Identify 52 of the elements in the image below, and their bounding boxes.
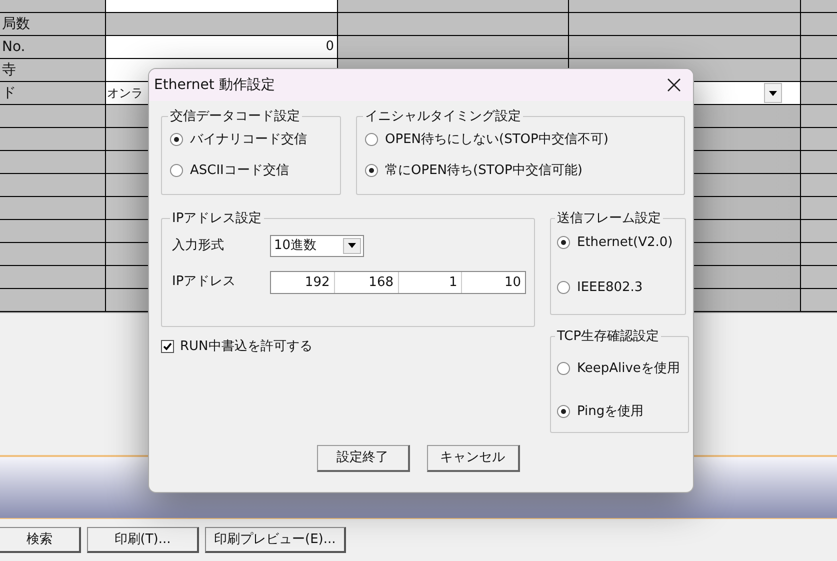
table-cell	[801, 59, 837, 82]
format-dropdown[interactable]: 10進数	[270, 234, 364, 256]
toolbar-button[interactable]: 検索	[0, 527, 81, 553]
toolbar-button[interactable]: 印刷(T)...	[87, 527, 199, 553]
table-cell	[801, 174, 837, 197]
radio-label: OPEN待ちにしない(STOP中交信不可)	[385, 130, 608, 148]
dialog-button[interactable]: キャンセル	[426, 445, 520, 472]
table-cell	[801, 128, 837, 151]
dialog-button[interactable]: 設定終了	[316, 445, 410, 472]
cell-value: オンラ	[107, 85, 143, 102]
window-title: Ethernet 動作設定	[154, 76, 275, 94]
radio-button[interactable]	[365, 164, 378, 178]
group-title: IPアドレス設定	[171, 210, 263, 228]
group-title: 送信フレーム設定	[556, 210, 662, 228]
table-cell	[801, 151, 837, 174]
field-label: 入力形式	[172, 236, 225, 255]
checkbox[interactable]	[161, 340, 174, 354]
row-label: 寺	[2, 60, 16, 80]
table-cell	[801, 13, 837, 36]
radio-label: IEEE802.3	[577, 279, 643, 297]
radio-label: 常にOPEN待ち(STOP中交信可能)	[385, 162, 582, 180]
table-cell	[801, 36, 837, 59]
table-cell	[801, 220, 837, 243]
radio-label: KeepAliveを使用	[577, 360, 680, 378]
table-cell	[801, 289, 837, 312]
ip-address-field[interactable]: 192 168 1 10	[270, 270, 526, 294]
radio-label: バイナリコード交信	[190, 130, 307, 148]
radio-button[interactable]	[365, 132, 378, 146]
close-icon[interactable]	[667, 77, 683, 93]
row-label: ド	[2, 84, 16, 102]
table-cell	[801, 266, 837, 289]
checkbox-label: RUN中書込を許可する	[180, 338, 312, 356]
toolbar-button[interactable]: 印刷プレビュー(E)...	[205, 527, 346, 553]
group-title: 交信データコード設定	[169, 108, 301, 126]
radio-label: ASCIIコード交信	[190, 162, 289, 180]
radio-button[interactable]	[557, 236, 570, 249]
table-cell	[801, 197, 837, 220]
radio-button[interactable]	[557, 281, 570, 294]
radio-button[interactable]	[170, 164, 183, 178]
group-title: TCP生存確認設定	[556, 328, 660, 346]
group-title: イニシャルタイミング設定	[364, 108, 522, 126]
radio-label: Pingを使用	[577, 403, 644, 421]
cell-value: 0	[326, 38, 334, 56]
radio-button[interactable]	[557, 405, 570, 418]
radio-button[interactable]	[557, 362, 570, 375]
radio-label: Ethernet(V2.0)	[577, 234, 673, 252]
row-label: No.	[2, 38, 26, 56]
table-cell	[801, 105, 837, 128]
table-cell	[801, 243, 837, 266]
radio-button[interactable]	[170, 132, 183, 146]
field-label: IPアドレス	[172, 273, 237, 292]
row-label: 局数	[2, 14, 30, 34]
